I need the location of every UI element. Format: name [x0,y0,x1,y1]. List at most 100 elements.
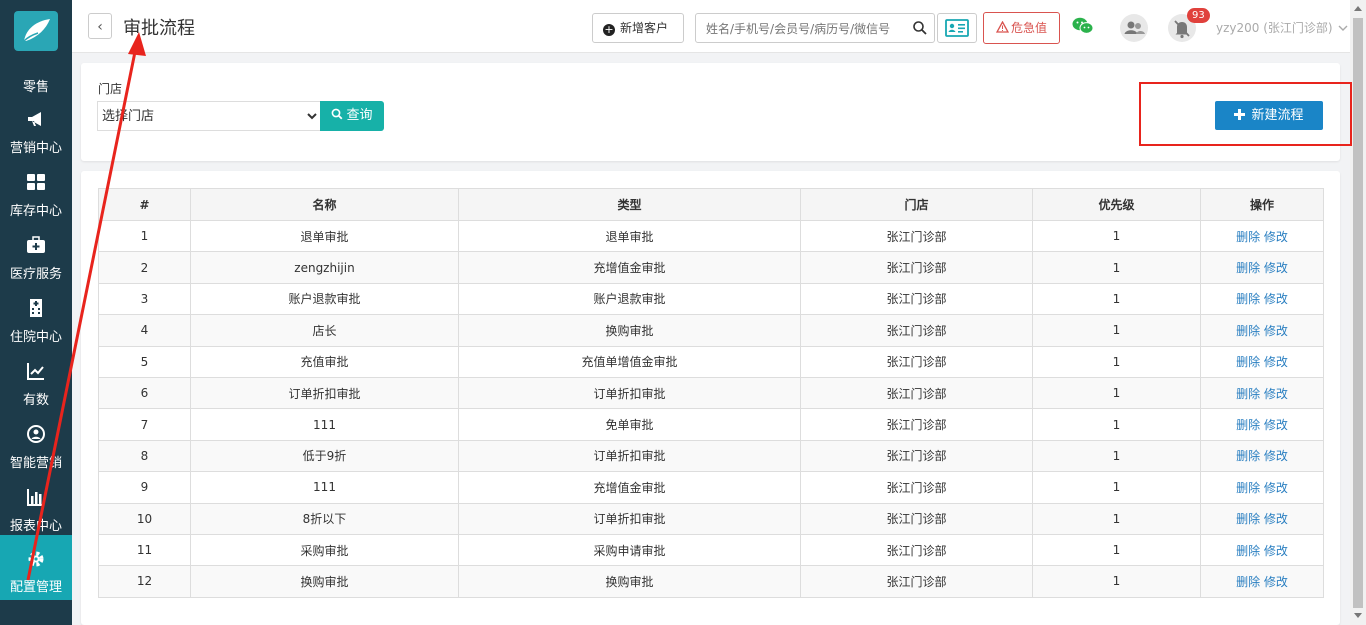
scroll-up-arrow[interactable] [1354,6,1362,11]
table-row: 2 zengzhijin 充增值金审批 张江门诊部 1 删除 修改 [98,251,1324,284]
plus-icon [1234,109,1246,120]
delete-link[interactable]: 删除 [1236,261,1260,275]
store-label: 门店 [98,82,123,96]
cell-priority: 1 [1032,219,1201,253]
cell-store: 张江门诊部 [800,533,1033,567]
cell-store: 张江门诊部 [800,376,1033,410]
cell-actions: 删除 修改 [1200,565,1324,598]
cell-index: 10 [98,502,191,535]
delete-link[interactable]: 删除 [1236,575,1260,589]
new-flow-button[interactable]: 新建流程 [1215,101,1323,130]
cell-priority: 1 [1032,565,1201,598]
edit-link[interactable]: 修改 [1264,481,1288,495]
scrollbar-thumb[interactable] [1353,18,1363,608]
delete-link[interactable]: 删除 [1236,418,1260,432]
edit-link[interactable]: 修改 [1264,575,1288,589]
nav-config-management-label: 配置管理 [9,580,62,595]
cell-store: 张江门诊部 [800,345,1033,378]
page-scrollbar[interactable] [1350,0,1366,625]
cell-name: 退单审批 [190,219,459,253]
app-logo[interactable] [14,11,58,51]
cell-store: 张江门诊部 [800,565,1033,598]
edit-link[interactable]: 修改 [1264,230,1288,244]
cell-type: 账户退款审批 [458,282,801,316]
new-customer-label: 新增客户 [620,21,669,35]
table-row: 9 111 充增值金审批 张江门诊部 1 删除 修改 [98,471,1324,504]
cell-actions: 删除 修改 [1200,471,1324,504]
nav-data[interactable]: 有数 [0,355,72,418]
cell-actions: 删除 修改 [1200,314,1324,347]
cell-store: 张江门诊部 [800,439,1033,473]
store-select[interactable]: 选择门店 [97,101,321,131]
column-header-priority: 优先级 [1032,188,1201,221]
edit-link[interactable]: 修改 [1264,544,1288,558]
cell-index: 6 [98,376,191,410]
chevron-down-icon [1338,25,1348,31]
cell-priority: 1 [1032,282,1201,316]
nav-inventory-center[interactable]: 库存中心 [0,166,72,229]
cell-name: 8折以下 [190,502,459,535]
edit-link[interactable]: 修改 [1264,324,1288,338]
search-icon[interactable] [912,20,928,36]
cell-type: 换购审批 [458,565,801,598]
edit-link[interactable]: 修改 [1264,387,1288,401]
cell-index: 3 [98,282,191,316]
edit-link[interactable]: 修改 [1264,355,1288,369]
cell-type: 换购审批 [458,314,801,347]
delete-link[interactable]: 删除 [1236,449,1260,463]
edit-link[interactable]: 修改 [1264,418,1288,432]
delete-link[interactable]: 删除 [1236,387,1260,401]
column-header-type: 类型 [458,188,801,221]
cell-name: zengzhijin [190,251,459,284]
nav-inventory-center-label: 库存中心 [9,204,62,219]
delete-link[interactable]: 删除 [1236,324,1260,338]
gear-icon [28,551,44,567]
search-input[interactable] [704,19,908,39]
table-row: 1 退单审批 退单审批 张江门诊部 1 删除 修改 [98,219,1324,253]
nav-smart-marketing[interactable]: 智能营销 [0,418,72,481]
nav-medical-service[interactable]: 医疗服务 [0,229,72,292]
hospital-icon [30,299,42,317]
edit-link[interactable]: 修改 [1264,449,1288,463]
nav-config-management[interactable]: 配置管理 [0,535,72,600]
query-button[interactable]: 查询 [320,101,384,131]
critical-value-button[interactable]: 危急值 [983,12,1060,44]
user-menu[interactable]: yzy200 (张江门诊部) [1216,19,1348,36]
cell-type: 订单折扣审批 [458,376,801,410]
edit-link[interactable]: 修改 [1264,261,1288,275]
cell-index: 12 [98,565,191,598]
cell-priority: 1 [1032,345,1201,378]
cell-priority: 1 [1032,251,1201,284]
delete-link[interactable]: 删除 [1236,292,1260,306]
new-customer-button[interactable]: + 新增客户 [592,13,684,43]
cell-index: 2 [98,251,191,284]
cell-store: 张江门诊部 [800,408,1033,441]
delete-link[interactable]: 删除 [1236,544,1260,558]
table-row: 3 账户退款审批 账户退款审批 张江门诊部 1 删除 修改 [98,282,1324,316]
cell-priority: 1 [1032,314,1201,347]
nav-marketing-center[interactable]: 营销中心 [0,103,72,166]
group-chat-button[interactable] [1120,14,1148,42]
delete-link[interactable]: 删除 [1236,481,1260,495]
cell-name: 充值审批 [190,345,459,378]
new-flow-label: 新建流程 [1251,108,1304,123]
id-card-icon [945,19,969,37]
table-row: 8 低于9折 订单折扣审批 张江门诊部 1 删除 修改 [98,439,1324,473]
edit-link[interactable]: 修改 [1264,292,1288,306]
cell-actions: 删除 修改 [1200,345,1324,378]
cell-store: 张江门诊部 [800,219,1033,253]
nav-inpatient-center[interactable]: 住院中心 [0,292,72,355]
delete-link[interactable]: 删除 [1236,230,1260,244]
cell-actions: 删除 修改 [1200,439,1324,473]
user-label: yzy200 (张江门诊部) [1216,21,1333,35]
cell-priority: 1 [1032,439,1201,473]
search-icon [332,108,343,120]
wechat-icon[interactable] [1072,16,1094,36]
scroll-down-arrow[interactable] [1354,613,1362,618]
delete-link[interactable]: 删除 [1236,355,1260,369]
cell-type: 充增值金审批 [458,251,801,284]
edit-link[interactable]: 修改 [1264,512,1288,526]
id-card-button[interactable] [937,13,977,43]
delete-link[interactable]: 删除 [1236,512,1260,526]
back-button[interactable]: ‹ [88,13,112,39]
